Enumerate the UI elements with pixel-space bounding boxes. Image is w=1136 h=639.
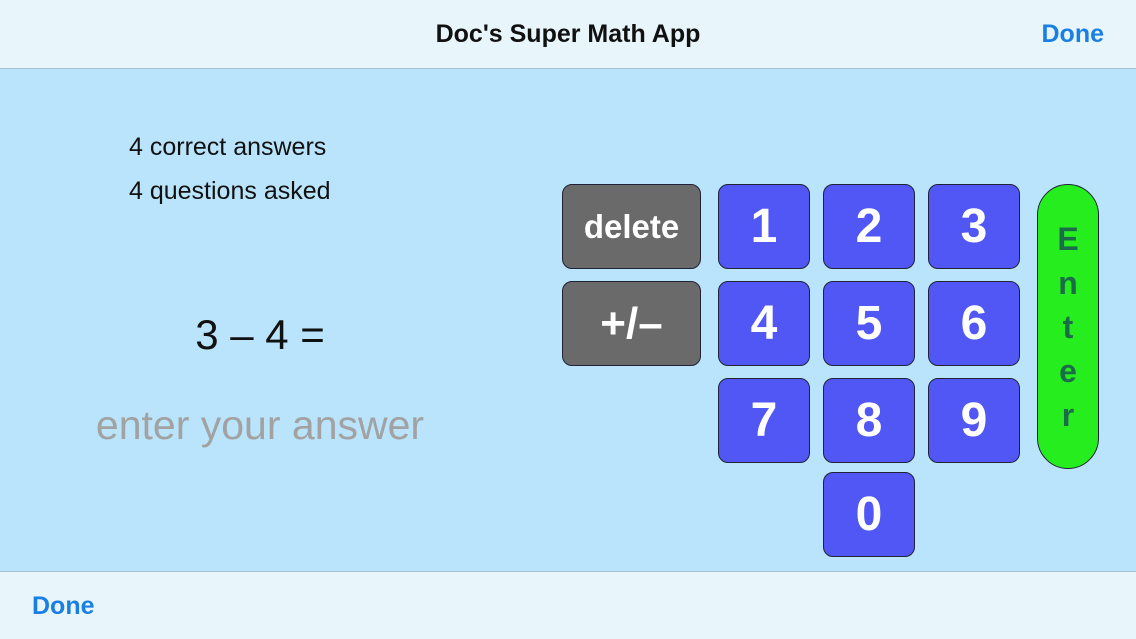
app-title: Doc's Super Math App [435,20,701,48]
enter-button[interactable]: E n t e r [1037,184,1099,469]
digit-9-button[interactable]: 9 [928,378,1020,463]
sign-toggle-button[interactable]: +/– [562,281,701,366]
navigation-bar: Doc's Super Math App Done [0,0,1136,69]
bottom-toolbar: Done [0,571,1136,639]
digit-6-button[interactable]: 6 [928,281,1020,366]
enter-letter: n [1058,264,1078,301]
digit-5-button[interactable]: 5 [823,281,915,366]
answer-input[interactable] [80,399,440,451]
enter-letter: e [1059,352,1077,389]
digit-8-button[interactable]: 8 [823,378,915,463]
questions-asked-count: 4 questions asked [129,177,331,205]
correct-answers-count: 4 correct answers [129,133,327,161]
digit-2-button[interactable]: 2 [823,184,915,269]
enter-letter: E [1057,220,1079,257]
digit-0-button[interactable]: 0 [823,472,915,557]
quiz-panel: 4 correct answers 4 questions asked 3 – … [0,69,1136,571]
enter-letter: r [1061,396,1075,433]
nav-done-button[interactable]: Done [1042,20,1105,49]
digit-4-button[interactable]: 4 [718,281,810,366]
digit-1-button[interactable]: 1 [718,184,810,269]
digit-3-button[interactable]: 3 [928,184,1020,269]
toolbar-done-button[interactable]: Done [32,592,95,621]
enter-letter: t [1062,308,1074,345]
delete-button[interactable]: delete [562,184,701,269]
math-question: 3 – 4 = [195,311,325,358]
digit-7-button[interactable]: 7 [718,378,810,463]
